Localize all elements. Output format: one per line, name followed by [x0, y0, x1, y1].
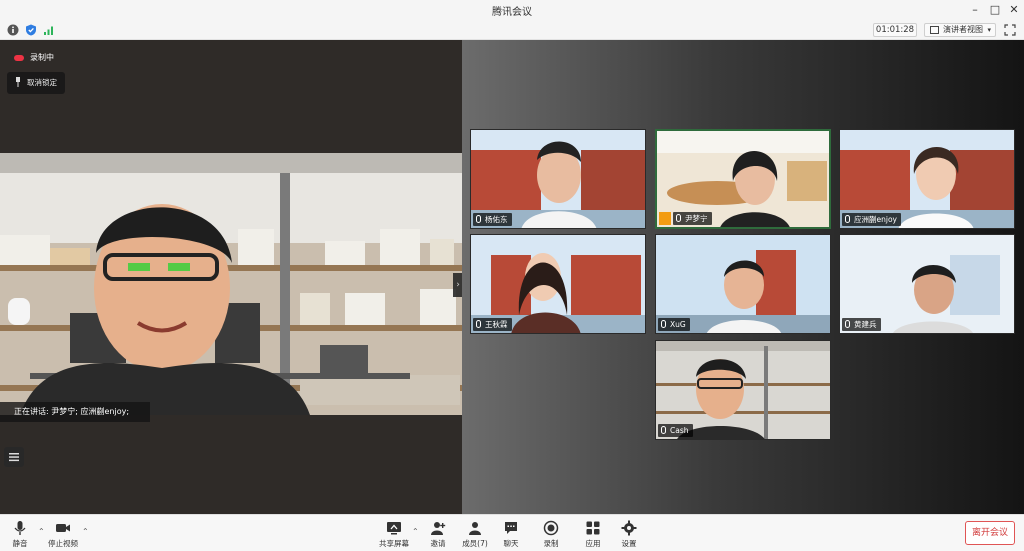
mic-icon	[476, 215, 481, 223]
recording-indicator: 录制中	[10, 50, 54, 66]
mic-icon	[661, 320, 666, 328]
mic-icon	[676, 214, 681, 222]
apps-grid-icon	[586, 521, 600, 535]
mic-icon	[661, 426, 666, 434]
participant-name-tag: 王秋霖	[473, 318, 512, 331]
share-screen-button[interactable]: 共享屏幕	[374, 518, 414, 550]
recording-label: 录制中	[30, 53, 54, 62]
main-speaker-pane: 录制中 取消锁定 正在讲话: 尹梦宁; 应洲蒯enjoy; ›	[0, 40, 462, 514]
members-button[interactable]: 成员(7)	[455, 518, 495, 550]
participant-name-tag: 应洲蒯enjoy	[842, 213, 901, 226]
mute-button[interactable]: 静音	[0, 518, 40, 550]
host-badge-icon	[659, 212, 671, 225]
view-mode-dropdown[interactable]: 演讲者视图 ▾	[924, 23, 996, 37]
meeting-toolbar: 静音 ⌃ 停止视频 ⌃ 共享屏幕 ⌃ 邀请 成员(7) 聊天 录制 应用 设置 …	[0, 514, 1024, 551]
active-speaker-label: 正在讲话: 尹梦宁; 应洲蒯enjoy;	[0, 402, 150, 422]
chevron-down-icon: ▾	[987, 26, 991, 34]
main-video-feed	[0, 153, 462, 415]
microphone-icon	[14, 521, 26, 535]
layout-list-button[interactable]	[4, 447, 24, 467]
pin-icon	[16, 77, 20, 87]
close-button[interactable]: ✕	[1005, 2, 1023, 18]
mic-icon	[845, 215, 850, 223]
gallery-pane: 杨佑东 尹梦宁 应洲蒯enjoy 王秋霖 XuG 黄建兵 Cash	[462, 40, 1024, 514]
camera-icon	[56, 524, 70, 532]
maximize-button[interactable]: □	[986, 2, 1004, 18]
participant-name-tag: 杨佑东	[473, 213, 512, 226]
participant-name-tag: Cash	[658, 424, 693, 437]
participant-tile[interactable]: 黄建兵	[839, 234, 1015, 334]
participant-name-tag: XuG	[658, 318, 690, 331]
participant-tile[interactable]: 应洲蒯enjoy	[839, 129, 1015, 229]
participant-name-tag: 黄建兵	[842, 318, 881, 331]
leave-meeting-button[interactable]: 离开会议	[965, 521, 1015, 545]
participant-tile[interactable]: 杨佑东	[470, 129, 646, 229]
participant-name-tag: 尹梦宁	[673, 212, 712, 225]
participant-tile[interactable]: 尹梦宁	[655, 129, 831, 229]
meeting-info-bar: 01:01:28 演讲者视图 ▾	[0, 20, 1024, 40]
members-icon	[469, 522, 481, 535]
invite-button[interactable]: 邀请	[418, 518, 458, 550]
participant-tile[interactable]: 王秋霖	[470, 234, 646, 334]
participant-tile[interactable]: XuG	[655, 234, 831, 334]
stop-video-button[interactable]: 停止视频	[43, 518, 83, 550]
chat-icon	[505, 522, 517, 534]
speaker-view-icon	[930, 26, 939, 34]
record-icon	[543, 520, 559, 536]
minimize-button[interactable]: –	[966, 2, 984, 18]
main-video[interactable]	[0, 153, 462, 415]
chat-button[interactable]: 聊天	[491, 518, 531, 550]
invite-user-icon	[431, 522, 446, 535]
gear-icon	[621, 520, 637, 536]
info-icon[interactable]	[7, 24, 19, 36]
cloud-recording-icon	[14, 55, 24, 61]
unpin-button[interactable]: 取消锁定	[7, 72, 65, 94]
fullscreen-icon[interactable]	[1004, 24, 1016, 36]
share-screen-icon	[387, 522, 401, 535]
video-options-chevron-icon[interactable]: ⌃	[82, 527, 89, 536]
list-icon	[9, 453, 19, 462]
record-button[interactable]: 录制	[531, 518, 571, 550]
apps-button[interactable]: 应用	[573, 518, 613, 550]
mic-icon	[476, 320, 481, 328]
view-mode-label: 演讲者视图	[943, 25, 983, 34]
video-stage: 录制中 取消锁定 正在讲话: 尹梦宁; 应洲蒯enjoy; › 杨佑东 尹梦宁 …	[0, 40, 1024, 514]
shield-icon[interactable]	[25, 24, 37, 36]
settings-button[interactable]: 设置	[609, 518, 649, 550]
collapse-gallery-button[interactable]: ›	[453, 273, 462, 297]
meeting-timer: 01:01:28	[873, 23, 917, 37]
mic-icon	[845, 320, 850, 328]
window-title: 腾讯会议	[492, 7, 532, 18]
title-bar: 腾讯会议 – □ ✕	[0, 0, 1024, 20]
unpin-label: 取消锁定	[27, 78, 57, 87]
signal-icon[interactable]	[43, 24, 55, 36]
participant-tile[interactable]: Cash	[655, 340, 831, 440]
